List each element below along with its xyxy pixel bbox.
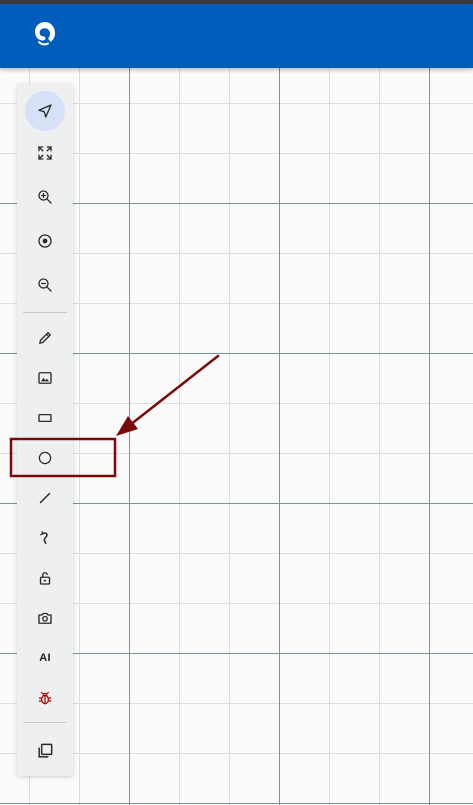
copy-icon (38, 743, 53, 758)
layers-tool[interactable] (25, 731, 65, 771)
ai-tool[interactable]: AI (25, 638, 65, 678)
app-header (0, 4, 473, 68)
toolbar-divider (23, 722, 67, 723)
lock-tool[interactable] (25, 558, 65, 598)
image-tool[interactable] (25, 358, 65, 398)
select-tool[interactable] (25, 91, 65, 131)
bug-icon (38, 691, 52, 705)
zoom-in-icon (38, 190, 52, 204)
toolbar-divider (23, 312, 67, 313)
connector-tool[interactable] (25, 518, 65, 558)
fit-to-screen-tool[interactable] (25, 133, 65, 173)
unlock-icon (39, 572, 51, 585)
rectangle-icon (38, 413, 52, 423)
pencil-icon (39, 332, 51, 344)
pencil-tool[interactable] (25, 318, 65, 358)
ai-icon: AI (39, 652, 51, 664)
screenshot-tool[interactable] (25, 598, 65, 638)
fullscreen-icon (38, 146, 52, 160)
rectangle-tool[interactable] (25, 398, 65, 438)
zoom-out-icon (38, 278, 52, 292)
debug-tool[interactable] (25, 678, 65, 718)
circle-tool[interactable] (25, 438, 65, 478)
line-icon (39, 492, 51, 504)
chameleon-logo-icon (30, 18, 60, 48)
camera-icon (38, 612, 52, 624)
zoom-in-tool[interactable] (25, 177, 65, 217)
line-tool[interactable] (25, 478, 65, 518)
curved-connector-icon (40, 531, 48, 544)
drawing-toolbar: AI (17, 84, 73, 776)
zoom-out-tool[interactable] (25, 265, 65, 305)
target-icon (38, 234, 52, 248)
navigation-arrow-icon (38, 104, 52, 118)
center-tool[interactable] (25, 221, 65, 261)
circle-icon (38, 451, 52, 465)
image-icon (38, 372, 52, 384)
